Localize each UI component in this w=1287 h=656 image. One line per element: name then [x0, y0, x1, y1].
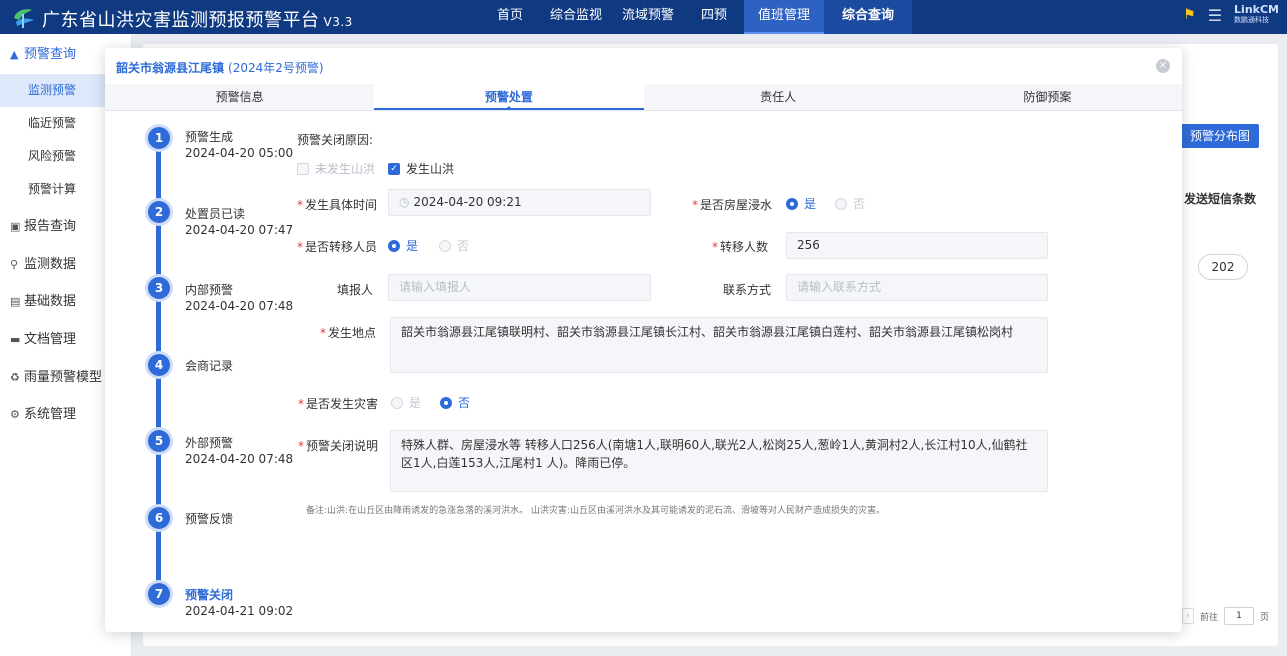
- disaster-yes-radio[interactable]: 是: [391, 394, 421, 411]
- radio-off-icon: [835, 197, 847, 210]
- app-logo-icon: [14, 9, 34, 28]
- timeline-node-1: 1: [148, 127, 170, 149]
- pager-page-input[interactable]: 1: [1224, 607, 1255, 625]
- house-flood-yes-radio[interactable]: 是: [786, 195, 816, 212]
- transfer-count-input[interactable]: 256: [786, 232, 1048, 259]
- report-icon: ▣: [10, 220, 21, 233]
- house-flood-no-radio[interactable]: 否: [835, 195, 865, 212]
- pager-goto-label: 前往: [1200, 612, 1219, 623]
- sms-count-header: 发送短信条数: [1184, 192, 1257, 206]
- time-label: * 发生具体时间: [297, 198, 378, 212]
- checkbox-flood[interactable]: ✓ 发生山洪: [388, 160, 454, 177]
- warning-detail-modal: 韶关市翁源县江尾镇 (2024年2号预警) × 预警信息 预警处置 责任人 防御预…: [105, 48, 1182, 632]
- tab-defense-plan[interactable]: 防御预案: [913, 84, 1182, 110]
- radio-off-icon: [391, 396, 403, 409]
- location-icon: ⚲: [10, 258, 19, 271]
- database-icon: ▤: [10, 295, 21, 308]
- pagination: › 前往 1 页: [1182, 607, 1269, 625]
- nav-duty-management[interactable]: 值班管理: [744, 0, 824, 34]
- close-icon[interactable]: ×: [1156, 59, 1170, 73]
- bell-icon[interactable]: ⚑: [1183, 7, 1196, 23]
- clock-icon: ◷: [399, 195, 410, 209]
- nav-monitor[interactable]: 综合监视: [540, 0, 612, 34]
- sms-count-badge[interactable]: 202: [1198, 254, 1248, 280]
- modal-subtitle: (2024年2号预警): [228, 61, 324, 75]
- top-bar: 广东省山洪灾害监测预报预警平台 V3.3 首页 综合监视 流域预警 四预 值班管理…: [0, 0, 1287, 34]
- tab-warning-info[interactable]: 预警信息: [105, 84, 374, 110]
- radio-on-icon: [440, 396, 452, 409]
- timeline-node-7: 7: [148, 583, 170, 605]
- transfer-count-label: * 转移人数: [712, 240, 769, 254]
- contact-input[interactable]: 请输入联系方式: [786, 274, 1048, 301]
- radio-off-icon: [439, 239, 451, 252]
- disaster-label: * 是否发生灾害: [298, 397, 379, 411]
- reporter-label: 填报人: [337, 283, 374, 297]
- app-title: 广东省山洪灾害监测预报预警平台 V3.3: [42, 10, 353, 31]
- close-desc-textarea[interactable]: 特殊人群、房屋浸水等 转移人口256人(南塘1人,联明60人,联光2人,松岗25…: [390, 430, 1048, 492]
- warning-distribution-button[interactable]: 预警分布图: [1181, 124, 1259, 148]
- timeline-step-1: 预警生成 2024-04-20 05:00: [185, 130, 294, 160]
- timeline-step-6: 预警反馈: [185, 512, 234, 526]
- tab-responsible[interactable]: 责任人: [644, 84, 913, 110]
- checkbox-checked-icon: ✓: [388, 162, 400, 175]
- gear-icon: ⚙: [10, 408, 20, 421]
- nav-basin-warning[interactable]: 流域预警: [612, 0, 684, 34]
- timeline-node-5: 5: [148, 430, 170, 452]
- timeline-node-3: 3: [148, 277, 170, 299]
- close-desc-label: * 预警关闭说明: [298, 439, 379, 453]
- pager-unit-label: 页: [1260, 612, 1270, 623]
- tab-warning-handling[interactable]: 预警处置: [374, 84, 644, 110]
- next-page-button[interactable]: ›: [1182, 608, 1194, 624]
- nav-four-pre[interactable]: 四预: [684, 0, 744, 34]
- contact-label: 联系方式: [723, 283, 772, 297]
- checkbox-unchecked-icon: [297, 162, 309, 175]
- checkbox-no-flood[interactable]: 未发生山洪: [297, 160, 375, 177]
- timeline-step-5: 外部预警 2024-04-20 07:48: [185, 436, 294, 466]
- radio-on-icon: [786, 197, 798, 210]
- timeline-step-3: 内部预警 2024-04-20 07:48: [185, 283, 294, 313]
- nav-query[interactable]: 综合查询: [824, 0, 912, 34]
- modal-tabs: 预警信息 预警处置 责任人 防御预案: [105, 84, 1182, 111]
- transfer-yes-radio[interactable]: 是: [388, 237, 418, 254]
- timeline-step-2: 处置员已读 2024-04-20 07:47: [185, 207, 294, 237]
- recycle-icon: ♻: [10, 371, 20, 384]
- reporter-input[interactable]: 请输入填报人: [388, 274, 651, 301]
- timeline-step-4: 会商记录: [185, 359, 234, 373]
- modal-header: 韶关市翁源县江尾镇 (2024年2号预警) ×: [105, 48, 1182, 84]
- location-textarea[interactable]: 韶关市翁源县江尾镇联明村、韶关市翁源县江尾镇长江村、韶关市翁源县江尾镇白莲村、韶…: [390, 317, 1048, 373]
- main-nav: 首页 综合监视 流域预警 四预 值班管理 综合查询: [480, 0, 912, 34]
- timeline-node-4: 4: [148, 354, 170, 376]
- house-flood-label: * 是否房屋浸水: [692, 198, 773, 212]
- radio-on-icon: [388, 239, 400, 252]
- disaster-no-radio[interactable]: 否: [440, 394, 470, 411]
- app-version: V3.3: [323, 15, 353, 29]
- menu-icon[interactable]: ☰: [1208, 6, 1222, 25]
- timeline-step-7: 预警关闭 2024-04-21 09:02: [185, 588, 294, 618]
- top-right-tools: ⚑ ☰ LinkCM 数鹏通科技: [1183, 3, 1279, 25]
- location-label: * 发生地点: [320, 326, 377, 340]
- note-text: 备注:山洪:在山丘区由降雨诱发的急涨急落的溪河洪水。 山洪灾害:山丘区由溪河洪水…: [306, 506, 885, 516]
- transfer-no-radio[interactable]: 否: [439, 237, 469, 254]
- nav-home[interactable]: 首页: [480, 0, 540, 34]
- brand-logo: LinkCM 数鹏通科技: [1234, 3, 1279, 24]
- occurrence-time-input[interactable]: ◷ 2024-04-20 09:21: [388, 189, 651, 216]
- timeline-node-6: 6: [148, 507, 170, 529]
- timeline-node-2: 2: [148, 201, 170, 223]
- folder-icon: ▬: [10, 333, 21, 346]
- close-reason-label: 预警关闭原因:: [297, 133, 374, 147]
- transfer-label: * 是否转移人员: [297, 240, 378, 254]
- warning-icon: ▲: [10, 48, 19, 61]
- modal-title: 韶关市翁源县江尾镇 (2024年2号预警): [116, 61, 324, 75]
